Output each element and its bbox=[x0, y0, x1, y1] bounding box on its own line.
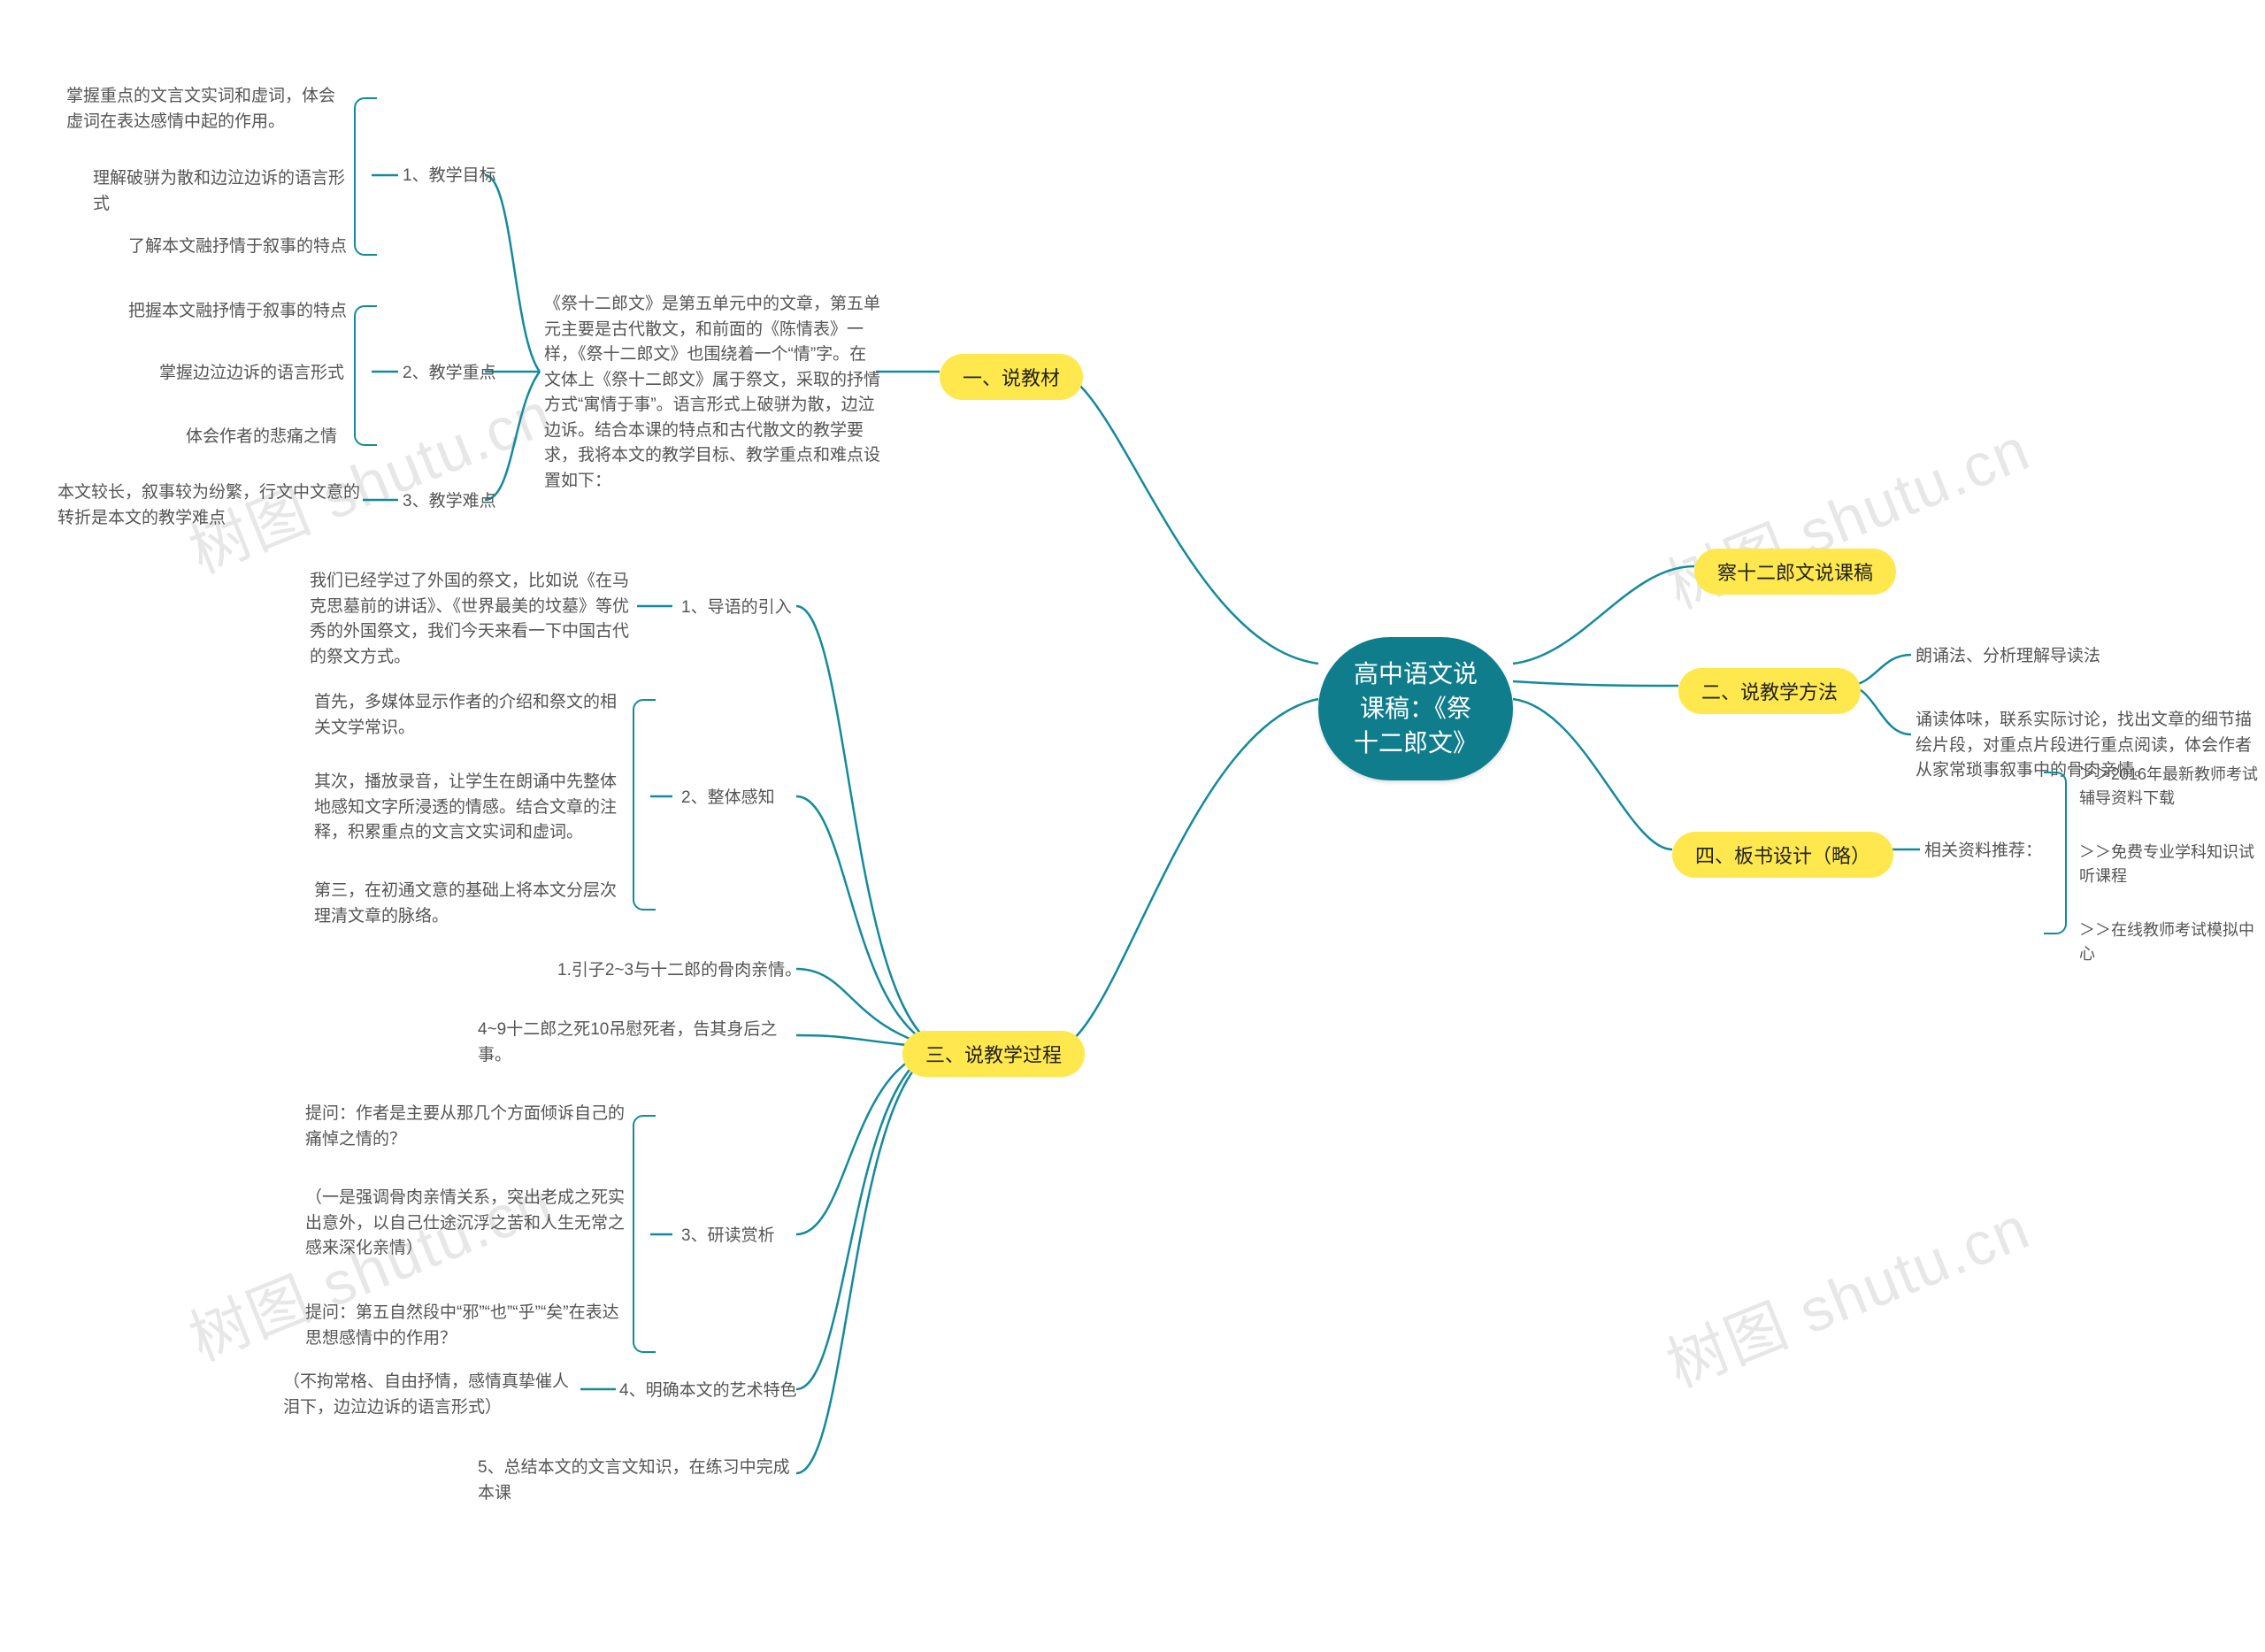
leaf-sec3-sub3-2: （一是强调骨肉亲情关系，突出老成之死实出意外，以自己仕途沉浮之苦和人生无常之感来… bbox=[305, 1186, 628, 1262]
node-sec1-sub2: 2、教学重点 bbox=[403, 361, 496, 387]
leaf-sec3-sub3-3: 提问：第五自然段中“邪”“也”“乎”“矣”在表达思想感情中的作用？ bbox=[305, 1301, 628, 1351]
node-sec3-sub4: 4、明确本文的艺术特色 bbox=[619, 1379, 797, 1404]
node-sec3: 三、说教学过程 bbox=[902, 1031, 1085, 1077]
node-sec3-sub2: 2、整体感知 bbox=[681, 786, 775, 811]
leaf-sec1-sub1-1: 掌握重点的文言文实词和虚词，体会虚词在表达感情中起的作用。 bbox=[66, 84, 349, 134]
leaf-sec3-sub3-1: 提问：作者是主要从那几个方面倾诉自己的痛悼之情的？ bbox=[305, 1102, 628, 1152]
leaf-sec3-inline1: 1.引子2~3与十二郎的骨肉亲情。 bbox=[557, 958, 802, 984]
leaf-sec2-1: 朗诵法、分析理解导读法 bbox=[1916, 644, 2100, 670]
node-sec1-sub3: 3、教学难点 bbox=[403, 489, 496, 515]
leaf-sec1-sub2-3: 体会作者的悲痛之情 bbox=[186, 425, 337, 450]
leaf-sec3-sub2-1: 首先，多媒体显示作者的介绍和祭文的相关文学常识。 bbox=[314, 690, 628, 741]
leaf-sec1-sub2-1: 把握本文融抒情于叙事的特点 bbox=[128, 299, 347, 325]
leaf-sec4-1: ＞＞2016年最新教师考试辅导资料下载 bbox=[2079, 763, 2265, 811]
leaf-sec4-3: ＞＞在线教师考试模拟中心 bbox=[2079, 918, 2265, 966]
node-sec1: 一、说教材 bbox=[940, 354, 1083, 400]
bracket-sec1-sub2 bbox=[354, 305, 377, 446]
leaf-sec3-sub2-2: 其次，播放录音，让学生在朗诵中先整体地感知文字所浸透的情感。结合文章的注释，积累… bbox=[314, 770, 628, 846]
bracket-sec1-sub1 bbox=[354, 97, 377, 256]
leaf-sec1-sub2-2: 掌握边泣边诉的语言形式 bbox=[159, 361, 344, 387]
node-sec4: 四、板书设计（略） bbox=[1672, 832, 1893, 878]
leaf-sec3-sub1-1: 我们已经学过了外国的祭文，比如说《在马克思墓前的讲话》、《世界最美的坟墓》等优秀… bbox=[310, 569, 637, 670]
node-sec3-sub3: 3、研读赏析 bbox=[681, 1224, 775, 1249]
node-sec3-sub5: 5、总结本文的文言文知识，在练习中完成本课 bbox=[478, 1456, 801, 1506]
node-sec1-sub1: 1、教学目标 bbox=[403, 164, 496, 189]
leaf-sec1-sub1-3: 了解本文融抒情于叙事的特点 bbox=[128, 234, 347, 260]
leaf-sec3-inline2: 4~9十二郎之死10吊慰死者，告其身后之事。 bbox=[478, 1018, 796, 1068]
watermark: 树图 shutu.cn bbox=[1652, 1179, 2040, 1403]
leaf-sec3-sub2-3: 第三，在初通文意的基础上将本文分层次理清文章的脉络。 bbox=[314, 879, 628, 929]
leaf-sec4-2: ＞＞免费专业学科知识试听课程 bbox=[2079, 841, 2265, 888]
bracket-sec3-sub3 bbox=[633, 1115, 656, 1353]
node-sec2: 二、说教学方法 bbox=[1678, 668, 1861, 714]
node-sec3-sub1: 1、导语的引入 bbox=[681, 595, 792, 621]
bracket-sec4 bbox=[2044, 772, 2067, 934]
node-title: 察十二郎文说课稿 bbox=[1694, 549, 1896, 595]
leaf-sec3-sub4-1: （不拘常格、自由抒情，感情真挚催人泪下，边泣边诉的语言形式） bbox=[283, 1370, 580, 1420]
leaf-sec1-desc: 《祭十二郎文》是第五单元中的文章，第五单元主要是古代散文，和前面的《陈情表》一样… bbox=[544, 292, 880, 494]
bracket-sec3-sub2 bbox=[633, 699, 656, 911]
leaf-sec1-sub1-2: 理解破骈为散和边泣边诉的语言形式 bbox=[93, 166, 349, 217]
node-sec4-sub: 相关资料推荐： bbox=[1924, 839, 2042, 864]
leaf-sec1-sub3-1: 本文较长，叙事较为纷繁，行文中文意的转折是本文的教学难点 bbox=[58, 480, 363, 531]
root-node: 高中语文说课稿：《祭十二郎文》 bbox=[1318, 637, 1513, 780]
